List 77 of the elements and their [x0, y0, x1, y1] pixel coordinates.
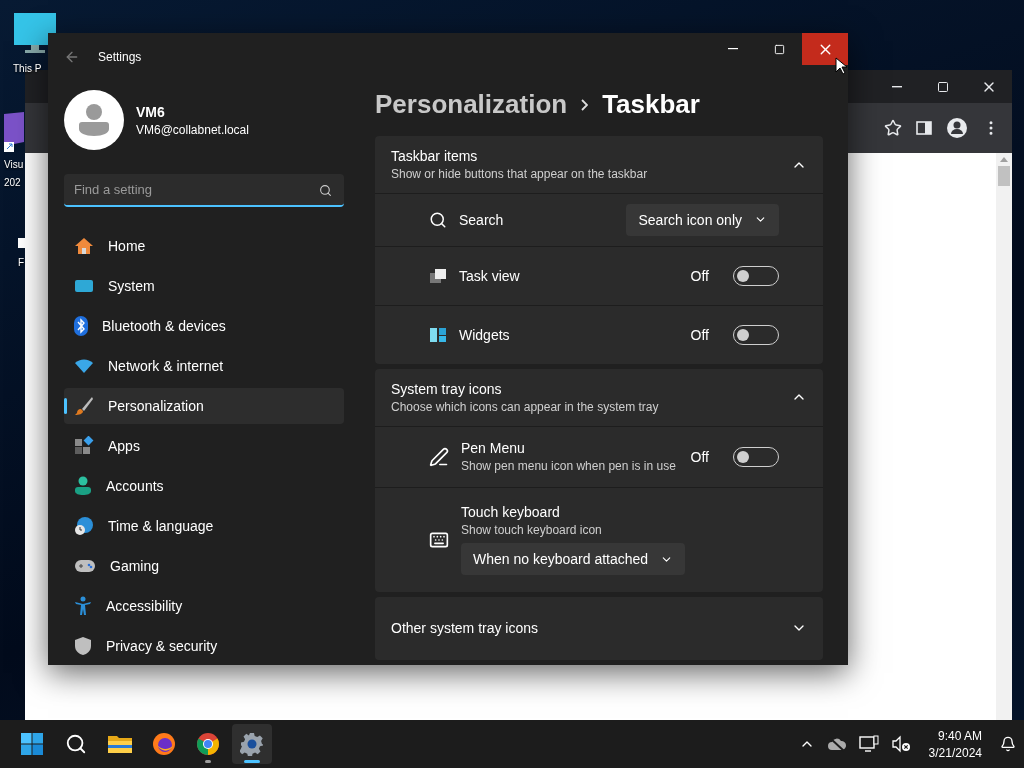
scroll-thumb[interactable]	[998, 166, 1010, 186]
app-shortcut-icon	[4, 112, 24, 152]
nav-item[interactable]: System	[64, 268, 344, 304]
desktop-icon-label: Visu	[4, 159, 24, 170]
star-icon[interactable]	[884, 119, 902, 137]
setting-row: Touch keyboard Show touch keyboard icon When no keyboard attached	[375, 487, 823, 592]
search-field[interactable]: Find a setting	[64, 174, 344, 207]
task-view-icon	[429, 267, 447, 284]
house-icon	[74, 237, 94, 255]
chevron-right-icon	[581, 98, 589, 111]
search-icon	[429, 210, 447, 229]
desktop-icon-label: 202	[4, 177, 21, 188]
maximize-icon	[773, 43, 785, 55]
nav-item[interactable]: Network & internet	[64, 348, 344, 384]
scrollbar[interactable]	[996, 153, 1012, 720]
dropdown[interactable]: When no keyboard attached	[461, 543, 686, 576]
side-panel-icon[interactable]	[916, 120, 932, 136]
person-icon	[74, 476, 92, 496]
setting-row: Search Search icon only	[375, 193, 823, 246]
folder-icon	[107, 733, 133, 755]
bell-icon[interactable]	[1000, 736, 1016, 752]
user-name: VM6	[136, 103, 166, 120]
minimize-icon	[728, 48, 738, 50]
section-header[interactable]: Taskbar items Show or hide buttons that appear on the taskbar	[375, 136, 823, 193]
window-title: Settings	[98, 50, 142, 64]
toggle-state-label: Off	[690, 448, 709, 465]
section-header[interactable]: Other system tray icons	[375, 596, 823, 660]
nav-item[interactable]: Privacy & security	[64, 628, 344, 664]
nav-item[interactable]: Accessibility	[64, 588, 344, 624]
toggle-state-label: Off	[690, 326, 709, 343]
nav-item[interactable]: Apps	[64, 428, 344, 464]
widgets-icon	[429, 326, 447, 343]
globe-clock-icon	[74, 516, 94, 536]
speaker-muted-icon[interactable]	[890, 735, 911, 753]
monitor-icon	[74, 278, 94, 294]
mouse-cursor-icon	[835, 57, 847, 75]
close-button[interactable]	[802, 33, 848, 65]
breadcrumb-item: Taskbar	[602, 89, 700, 121]
person-silhouette-icon	[78, 103, 110, 137]
nav-item[interactable]: Home	[64, 228, 344, 264]
maximize-icon	[937, 80, 949, 93]
shield-icon	[74, 636, 92, 656]
wifi-icon	[74, 358, 94, 374]
cloud-off-icon[interactable]	[826, 736, 847, 752]
clock[interactable]: 9:40 AM 3/21/2024	[928, 728, 982, 760]
desktop-icon-label: This P	[13, 63, 42, 74]
dropdown[interactable]: Search icon only	[626, 203, 779, 236]
apps-icon	[74, 436, 94, 456]
windows-logo-icon	[20, 732, 44, 756]
search-icon	[319, 184, 332, 197]
paintbrush-icon	[74, 396, 94, 416]
nav-item[interactable]: Personalization	[64, 388, 344, 424]
search-icon	[65, 733, 87, 755]
fox-globe-icon	[152, 732, 176, 756]
network-monitor-icon[interactable]	[858, 735, 879, 753]
accessibility-icon	[74, 596, 92, 616]
nav-item[interactable]: Accounts	[64, 468, 344, 504]
nav-item[interactable]: Gaming	[64, 548, 344, 584]
gear-icon	[240, 732, 264, 756]
desktop-icon-label: F	[18, 257, 25, 268]
taskbar-app-button[interactable]	[232, 724, 272, 764]
profile-icon[interactable]	[946, 117, 968, 139]
bluetooth-icon	[74, 316, 88, 336]
setting-row: Pen Menu Show pen menu icon when pen is in use Off	[375, 426, 823, 487]
nav-item[interactable]: Bluetooth & devices	[64, 308, 344, 344]
setting-row: Widgets Off	[375, 305, 823, 364]
toggle-state-label: Off	[690, 267, 709, 284]
nav-item[interactable]: Time & language	[64, 508, 344, 544]
breadcrumb-item[interactable]: Personalization	[375, 89, 568, 121]
monitor-icon	[13, 12, 57, 56]
user-email: VM6@collabnet.local	[136, 122, 249, 137]
minimize-icon	[892, 85, 902, 88]
pen-icon	[429, 446, 449, 467]
chrome-icon	[196, 732, 220, 756]
section-header[interactable]: System tray icons Choose which icons can appear in the system tray	[375, 368, 823, 426]
setting-row: Task view Off	[375, 246, 823, 305]
gamepad-icon	[74, 558, 96, 574]
